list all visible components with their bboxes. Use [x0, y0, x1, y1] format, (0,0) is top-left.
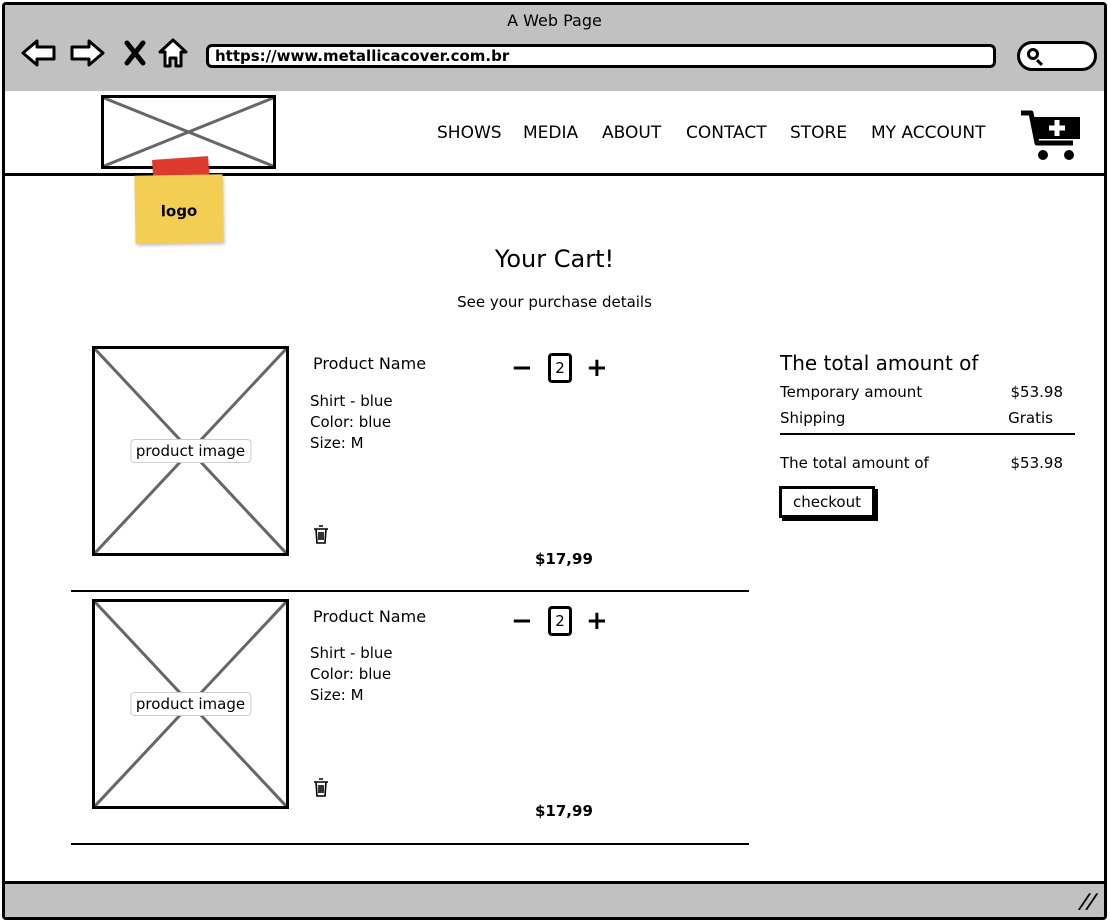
- quantity-field[interactable]: 2: [548, 606, 572, 636]
- quantity-increase-button[interactable]: +: [586, 608, 608, 634]
- temporary-amount-value: $53.98: [1010, 383, 1064, 401]
- window-title: A Web Page: [507, 11, 602, 30]
- nav-contact[interactable]: CONTACT: [686, 123, 767, 143]
- product-name: Product Name: [313, 607, 427, 626]
- product-size: Size: M: [310, 434, 364, 452]
- total-value: $53.98: [1010, 454, 1064, 472]
- page-title: Your Cart!: [494, 245, 615, 273]
- close-icon[interactable]: [117, 35, 153, 71]
- product-image: product image: [92, 346, 289, 556]
- resize-grip-icon[interactable]: //: [1077, 889, 1100, 913]
- item-divider: [71, 590, 749, 592]
- product-price: $17,99: [535, 802, 593, 820]
- nav-store[interactable]: STORE: [790, 123, 847, 143]
- product-variant: Shirt - blue: [310, 644, 393, 662]
- url-input[interactable]: https://www.metallicacover.com.br: [206, 44, 996, 68]
- product-size: Size: M: [310, 686, 364, 704]
- search-button[interactable]: [1017, 41, 1097, 71]
- nav-shows[interactable]: SHOWS: [437, 123, 502, 143]
- trash-icon[interactable]: [313, 778, 329, 802]
- nav-media[interactable]: MEDIA: [523, 123, 578, 143]
- quantity-increase-button[interactable]: +: [586, 355, 608, 381]
- temporary-amount-label: Temporary amount: [780, 383, 923, 401]
- cart-add-icon[interactable]: [1021, 109, 1083, 167]
- trash-icon[interactable]: [313, 525, 329, 549]
- shipping-value: Gratis: [1008, 409, 1053, 427]
- logo-sticky-note: logo: [134, 174, 224, 244]
- product-name: Product Name: [313, 354, 427, 373]
- home-icon[interactable]: [155, 35, 191, 71]
- checkout-button[interactable]: checkout: [779, 486, 875, 518]
- product-color: Color: blue: [310, 665, 392, 683]
- product-image: product image: [92, 599, 289, 809]
- nav-my-account[interactable]: MY ACCOUNT: [871, 123, 985, 143]
- quantity-field[interactable]: 2: [548, 353, 572, 383]
- status-bar: //: [5, 881, 1104, 917]
- product-details: Shirt - blue Color: blue Size: M: [310, 643, 393, 706]
- search-icon: [1027, 48, 1039, 60]
- product-image-label: product image: [129, 692, 252, 716]
- summary-divider: [780, 433, 1075, 435]
- nav-about[interactable]: ABOUT: [602, 123, 661, 143]
- product-details: Shirt - blue Color: blue Size: M: [310, 391, 393, 454]
- item-divider: [71, 843, 749, 845]
- browser-window: A Web Page https://www.metallicacover.co…: [2, 2, 1107, 920]
- summary-title: The total amount of: [780, 351, 979, 375]
- quantity-decrease-button[interactable]: −: [511, 608, 533, 634]
- quantity-decrease-button[interactable]: −: [511, 355, 533, 381]
- product-color: Color: blue: [310, 413, 392, 431]
- product-variant: Shirt - blue: [310, 392, 393, 410]
- product-price: $17,99: [535, 550, 593, 568]
- shipping-label: Shipping: [780, 409, 846, 427]
- product-image-label: product image: [129, 439, 252, 463]
- forward-arrow-icon[interactable]: [69, 35, 105, 71]
- page-subtitle: See your purchase details: [457, 293, 652, 311]
- back-arrow-icon[interactable]: [21, 35, 57, 71]
- total-label: The total amount of: [780, 454, 929, 472]
- browser-chrome: A Web Page https://www.metallicacover.co…: [5, 5, 1104, 94]
